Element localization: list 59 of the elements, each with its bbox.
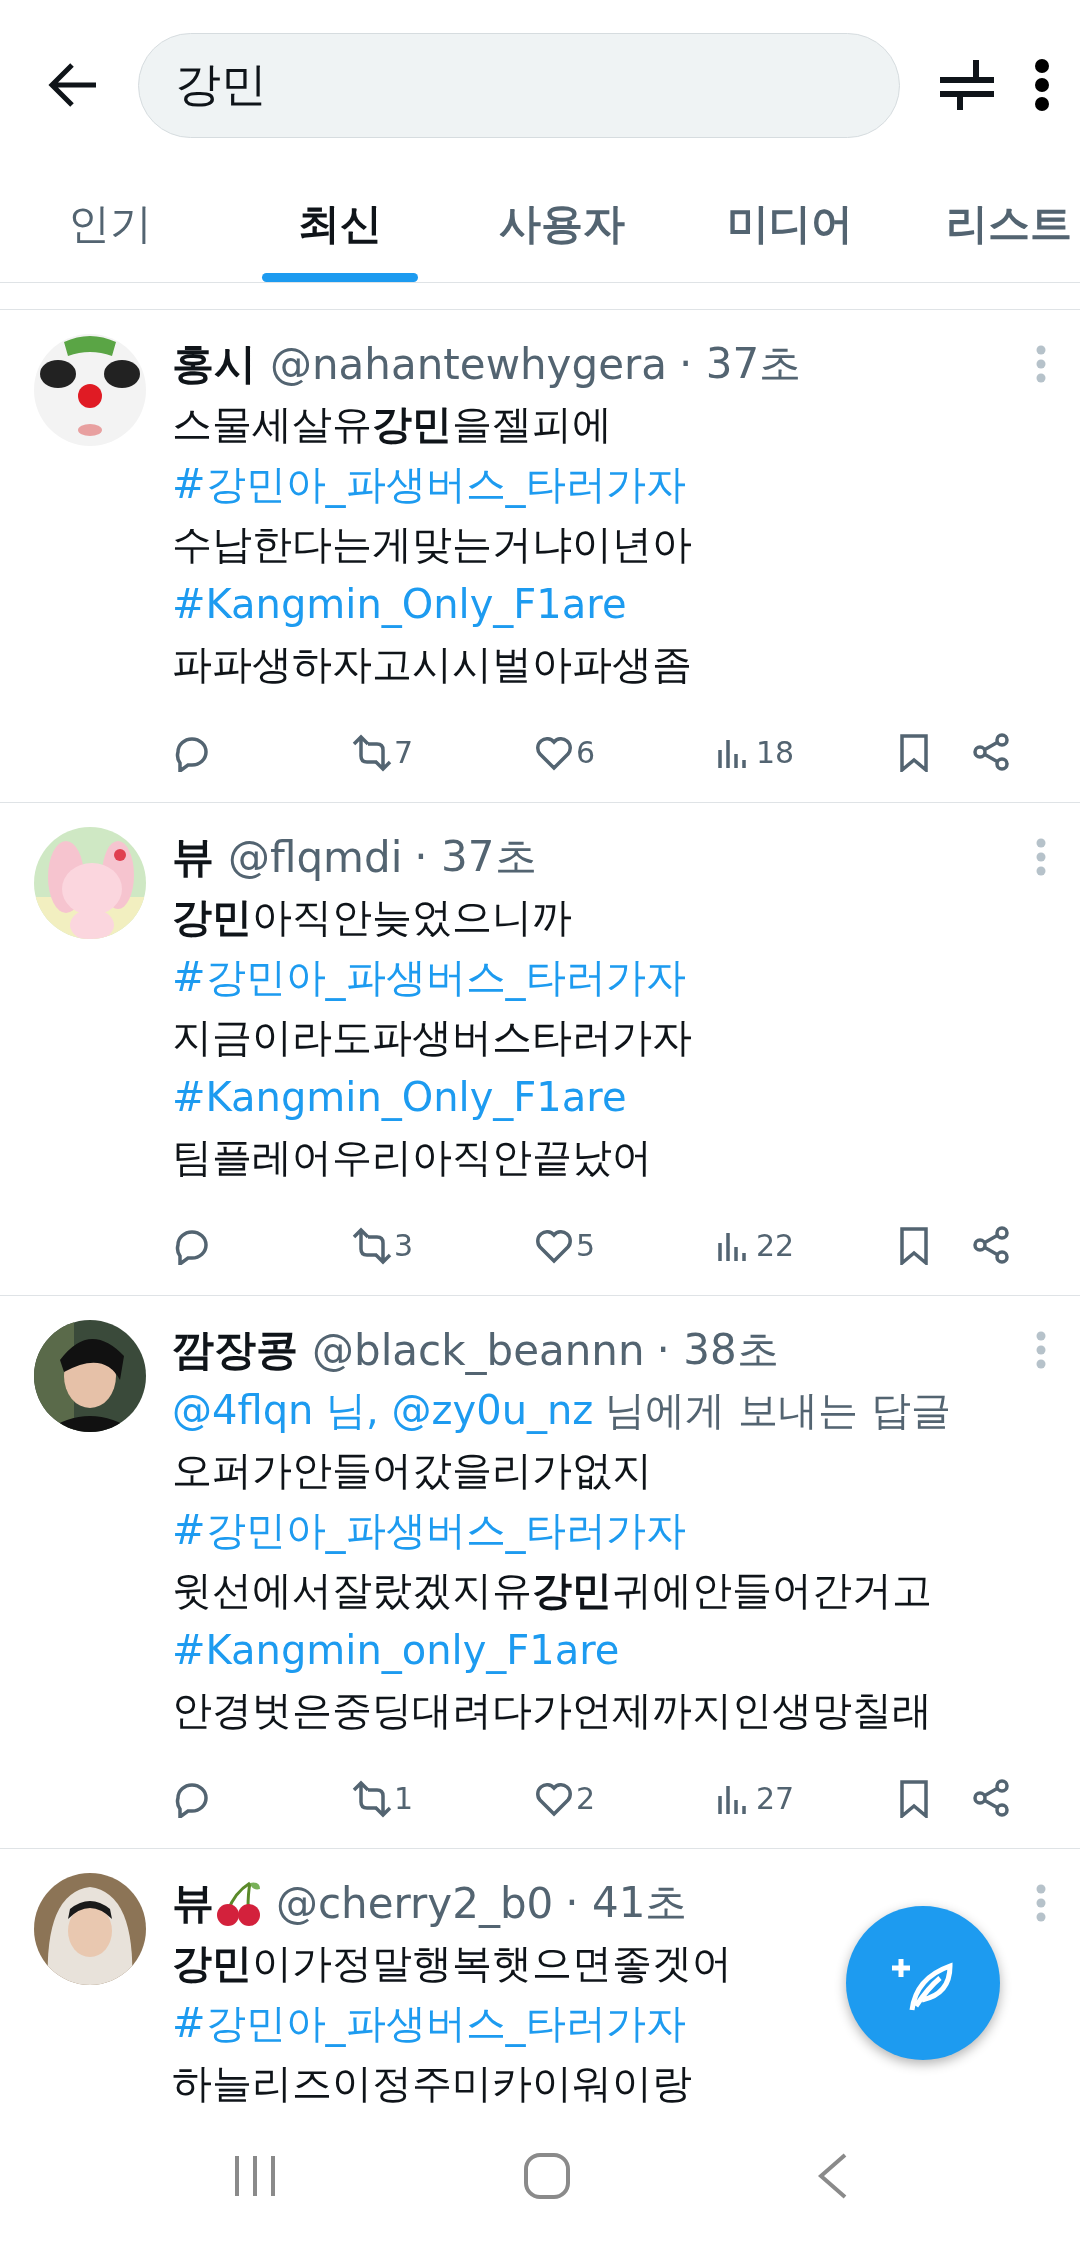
tab[interactable]: 리스트 xyxy=(942,170,1076,282)
post-text: 윗선에서잘랐겠지유강민귀에안들어간거고 xyxy=(172,1566,932,1615)
share-icon[interactable] xyxy=(972,1778,1012,1818)
post-text: 하늘리즈이정주미카이워이랑 xyxy=(172,2059,692,2106)
post-text: 오퍼가안들어갔을리가없지 xyxy=(172,1446,652,1495)
user-handle: @nahantewhygera xyxy=(270,339,667,389)
user-handle: @black_beannn xyxy=(312,1325,645,1375)
home-icon[interactable] xyxy=(524,2153,570,2199)
tab[interactable]: 미디어 xyxy=(708,170,872,282)
reply-label: 님에게 보내는 답글 xyxy=(605,1387,951,1433)
post-text: 수납한다는게맞는거냐이년아 xyxy=(172,520,692,569)
hashtag-link[interactable]: #강민아_파생버스_타러가자 xyxy=(172,454,686,514)
count: 3 xyxy=(394,1227,414,1263)
tab[interactable]: 사용자 xyxy=(480,170,644,282)
user-name: 홍시 xyxy=(172,338,256,390)
count: 5 xyxy=(576,1227,596,1263)
hashtag-link[interactable]: #Kangmin_only_F1are xyxy=(172,1620,620,1680)
hashtag-link[interactable]: #강민아_파생버스_타러가자 xyxy=(172,1993,686,2053)
hashtag-link[interactable]: #Kangmin_Only_F1are xyxy=(172,1067,627,1127)
hashtag-link[interactable]: #강민아_파생버스_타러가자 xyxy=(172,1500,686,1560)
post-text: 스물세살유강민을젤피에 xyxy=(172,400,612,449)
compose-button[interactable] xyxy=(846,1906,1000,2060)
mention-link[interactable]: @4flqn 님, @zy0u_nz xyxy=(172,1387,594,1433)
count: 7 xyxy=(394,734,414,770)
post-text: 안경벗은중딩대려다가언제까지인생망칠래 xyxy=(172,1686,932,1735)
count: 6 xyxy=(576,734,596,770)
post-time: · 37초 xyxy=(679,338,802,390)
user-name: 뷰 xyxy=(172,1877,214,1929)
post-text: 강민아직안늦었으니까 xyxy=(172,893,572,942)
share-icon[interactable] xyxy=(972,732,1012,772)
hashtag-link[interactable]: #강민아_파생버스_타러가자 xyxy=(172,947,686,1007)
count: 2 xyxy=(576,1780,596,1816)
filter-icon[interactable] xyxy=(940,60,994,110)
count: 18 xyxy=(756,734,795,770)
count: 27 xyxy=(756,1780,795,1816)
share-icon[interactable] xyxy=(972,1225,1012,1265)
post-text: 강민이가정말행복햇으면좋겟어 xyxy=(172,1939,732,1988)
back-icon[interactable] xyxy=(48,62,98,108)
tab[interactable]: 인기 xyxy=(40,170,180,282)
retweet-icon[interactable] xyxy=(352,732,392,772)
post-time: · 41초 xyxy=(565,1877,688,1929)
post-text: 파파생하자고시시벌아파생좀 xyxy=(172,640,692,689)
count: 22 xyxy=(756,1227,795,1263)
user-handle: @cherry2_b0 xyxy=(276,1878,554,1928)
user-name: 깜장콩 xyxy=(172,1324,298,1376)
search-field[interactable]: 강민 xyxy=(138,32,900,138)
hashtag-link[interactable]: #Kangmin_Only_F1are xyxy=(172,574,627,634)
recent-apps-icon[interactable] xyxy=(233,2154,278,2198)
retweet-icon[interactable] xyxy=(352,1778,392,1818)
post-text: 팀플레어우리아직안끝났어 xyxy=(172,1133,652,1182)
retweet-icon[interactable] xyxy=(352,1225,392,1265)
post-time: · 38초 xyxy=(656,1324,779,1376)
post-text: 지금이라도파생버스타러가자 xyxy=(172,1013,692,1062)
count: 1 xyxy=(394,1780,414,1816)
tab[interactable]: 최신 xyxy=(262,170,418,282)
user-name: 뷰 xyxy=(172,831,214,883)
user-handle: @flqmdi xyxy=(228,832,403,882)
post-time: · 37초 xyxy=(414,831,537,883)
more-icon[interactable] xyxy=(1034,59,1050,111)
